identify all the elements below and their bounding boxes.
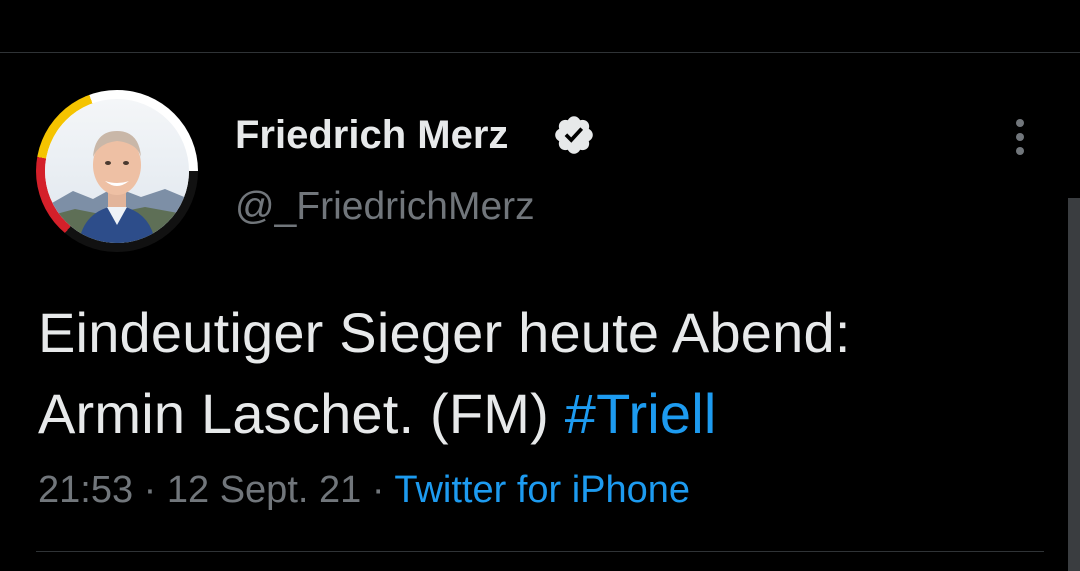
tweet-text: Eindeutiger Sieger heute Abend: Armin La… bbox=[38, 292, 1038, 454]
avatar[interactable] bbox=[36, 90, 198, 252]
more-vertical-icon-dot bbox=[1016, 133, 1024, 141]
meta-separator: · bbox=[361, 469, 395, 511]
author-name[interactable]: Friedrich Merz bbox=[235, 111, 508, 159]
tweet-meta: 21:53 · 12 Sept. 21 · Twitter for iPhone bbox=[38, 467, 690, 513]
more-vertical-icon bbox=[1016, 119, 1024, 127]
tweet-date[interactable]: 12 Sept. 21 bbox=[167, 469, 361, 511]
tweet-time[interactable]: 21:53 bbox=[38, 469, 133, 511]
tweet-detail-view: Friedrich Merz @_FriedrichMerz Eindeutig… bbox=[0, 0, 1080, 571]
more-options-button[interactable] bbox=[1000, 112, 1040, 162]
meta-separator: · bbox=[133, 469, 167, 511]
more-vertical-icon-dot bbox=[1016, 147, 1024, 155]
author-handle[interactable]: @_FriedrichMerz bbox=[235, 184, 535, 230]
avatar-photo bbox=[45, 99, 189, 243]
top-divider bbox=[0, 52, 1080, 53]
bottom-divider bbox=[36, 551, 1044, 552]
tweet-text-line-1: Eindeutiger Sieger heute Abend: bbox=[38, 301, 851, 364]
verified-badge-icon bbox=[555, 116, 593, 154]
hashtag-link[interactable]: #Triell bbox=[565, 382, 717, 445]
tweet-source-link[interactable]: Twitter for iPhone bbox=[394, 469, 690, 511]
scrollbar[interactable] bbox=[1068, 198, 1080, 571]
tweet-text-line-2: Armin Laschet. (FM) bbox=[38, 382, 565, 445]
